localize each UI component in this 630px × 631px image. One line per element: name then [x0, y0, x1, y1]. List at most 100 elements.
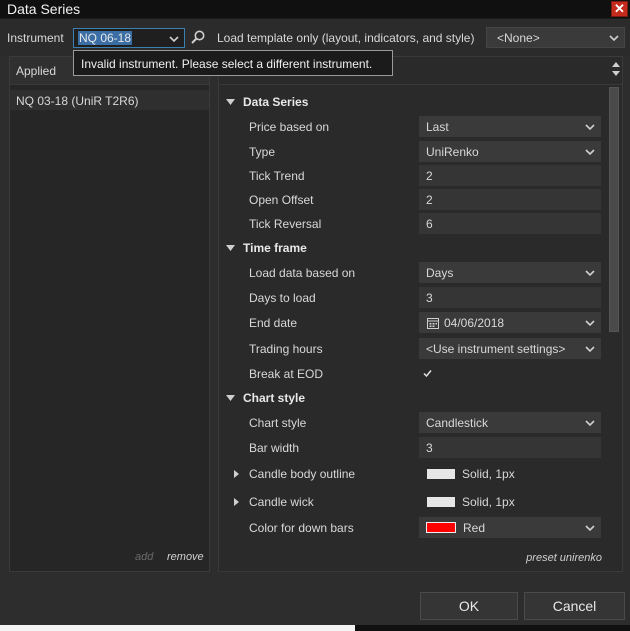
section-time-frame[interactable]: Time frame	[219, 237, 609, 259]
property-value: Red	[463, 521, 486, 535]
property-label: End date	[249, 316, 298, 330]
search-icon[interactable]	[190, 29, 206, 45]
down-bar-color-select[interactable]: Red	[419, 517, 601, 538]
chevron-down-icon[interactable]	[168, 33, 180, 45]
property-label: Price based on	[249, 120, 330, 134]
property-label: Color for down bars	[249, 521, 354, 535]
property-label: Load data based on	[249, 266, 356, 280]
property-row: Type UniRenko	[219, 141, 609, 163]
property-label: Bar width	[249, 441, 300, 455]
section-title: Time frame	[243, 241, 307, 255]
tooltip-text: Invalid instrument. Please select a diff…	[81, 57, 373, 71]
property-row: Days to load 3	[219, 287, 609, 309]
property-label: Type	[249, 145, 276, 159]
expand-arrow-icon[interactable]	[234, 498, 239, 506]
property-row: Bar width 3	[219, 437, 609, 459]
property-value: 2	[426, 169, 433, 183]
ok-button[interactable]: OK	[420, 592, 518, 620]
property-value: <Use instrument settings>	[426, 342, 566, 356]
property-value: 2	[426, 193, 433, 207]
stroke-swatch	[427, 497, 455, 507]
template-select[interactable]: <None>	[486, 27, 625, 48]
chevron-down-icon[interactable]	[584, 146, 596, 158]
stroke-swatch	[427, 469, 455, 479]
load-data-based-on-select[interactable]: Days	[419, 262, 601, 283]
preset-link[interactable]: preset unirenko	[526, 552, 602, 564]
scroll-down-icon[interactable]	[612, 71, 620, 77]
section-chart-style[interactable]: Chart style	[219, 387, 609, 409]
calendar-icon[interactable]	[427, 317, 439, 329]
property-value: 3	[426, 441, 433, 455]
scroll-up-icon[interactable]	[612, 61, 620, 67]
open-offset-input[interactable]: 2	[419, 189, 601, 210]
section-title: Data Series	[243, 95, 309, 109]
property-row: Load data based on Days	[219, 262, 609, 284]
break-at-eod-checkbox[interactable]	[422, 368, 433, 379]
property-row: Trading hours <Use instrument settings>	[219, 338, 609, 360]
window-title: Data Series	[7, 1, 81, 17]
property-value: Days	[426, 266, 454, 280]
instrument-input[interactable]: NQ 06-18	[73, 28, 185, 48]
property-row: Tick Reversal 6	[219, 213, 609, 235]
bar-width-input[interactable]: 3	[419, 437, 601, 458]
candle-wick-value[interactable]: Solid, 1px	[419, 491, 601, 512]
chevron-down-icon[interactable]	[584, 121, 596, 133]
applied-item-label: NQ 03-18 (UniR T2R6)	[16, 94, 139, 108]
collapse-triangle-icon[interactable]	[226, 245, 235, 251]
trading-hours-select[interactable]: <Use instrument settings>	[419, 338, 601, 359]
chevron-down-icon[interactable]	[584, 522, 596, 534]
property-label: Days to load	[249, 291, 316, 305]
property-value: Solid, 1px	[462, 467, 515, 481]
section-title: Chart style	[243, 391, 306, 405]
applied-header-label: Applied	[16, 64, 57, 78]
candle-body-outline-value[interactable]: Solid, 1px	[419, 463, 601, 484]
instrument-value[interactable]: NQ 06-18	[78, 31, 133, 45]
chevron-down-icon[interactable]	[584, 317, 596, 329]
property-value: Candlestick	[426, 416, 489, 430]
property-label: Tick Reversal	[249, 217, 322, 231]
section-data-series[interactable]: Data Series	[219, 91, 609, 113]
title-bar: Data Series ✕	[0, 0, 630, 19]
price-based-on-select[interactable]: Last	[419, 116, 601, 137]
property-row: End date 04/06/2018	[219, 312, 609, 334]
collapse-triangle-icon[interactable]	[226, 99, 235, 105]
tick-reversal-input[interactable]: 6	[419, 213, 601, 234]
property-label: Candle body outline	[249, 467, 356, 481]
close-icon[interactable]: ✕	[611, 1, 628, 17]
property-row: Chart style Candlestick	[219, 412, 609, 434]
collapse-triangle-icon[interactable]	[226, 395, 235, 401]
property-value: Last	[426, 120, 449, 134]
add-link[interactable]: add	[135, 551, 153, 563]
property-label: Candle wick	[249, 495, 314, 509]
end-date-picker[interactable]: 04/06/2018	[419, 312, 601, 333]
days-to-load-input[interactable]: 3	[419, 287, 601, 308]
remove-link[interactable]: remove	[167, 551, 204, 563]
background-strip	[0, 625, 630, 631]
property-value: UniRenko	[426, 145, 479, 159]
property-label: Trading hours	[249, 342, 323, 356]
property-row: Candle wick Solid, 1px	[219, 491, 609, 513]
property-value: 04/06/2018	[444, 316, 505, 330]
expand-arrow-icon[interactable]	[234, 470, 239, 478]
property-row: Candle body outline Solid, 1px	[219, 463, 609, 485]
property-value: 3	[426, 291, 433, 305]
chevron-down-icon[interactable]	[584, 343, 596, 355]
chart-style-select[interactable]: Candlestick	[419, 412, 601, 433]
property-row: Price based on Last	[219, 116, 609, 138]
property-value: 6	[426, 217, 433, 231]
type-select[interactable]: UniRenko	[419, 141, 601, 162]
instrument-label: Instrument	[7, 31, 64, 45]
property-label: Break at EOD	[249, 367, 324, 381]
cancel-button[interactable]: Cancel	[524, 592, 625, 620]
chevron-down-icon[interactable]	[584, 267, 596, 279]
property-label: Chart style	[249, 416, 307, 430]
list-item[interactable]: NQ 03-18 (UniR T2R6)	[10, 90, 209, 110]
property-value: Solid, 1px	[462, 495, 515, 509]
background-window-edge	[0, 625, 355, 631]
vertical-scrollbar[interactable]	[609, 87, 619, 332]
template-label: Load template only (layout, indicators, …	[217, 31, 475, 45]
tick-trend-input[interactable]: 2	[419, 165, 601, 186]
property-row: Tick Trend 2	[219, 165, 609, 187]
chevron-down-icon[interactable]	[584, 417, 596, 429]
chevron-down-icon[interactable]	[608, 32, 620, 44]
